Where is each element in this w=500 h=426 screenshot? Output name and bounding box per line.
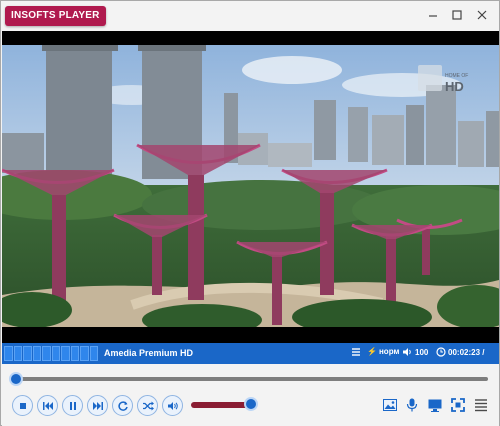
volume-indicator[interactable]: 100 [402, 347, 428, 357]
pause-button[interactable] [62, 395, 83, 416]
playlist-icon [475, 399, 487, 412]
repeat-button[interactable] [112, 395, 133, 416]
shuffle-icon [142, 401, 154, 410]
previous-button[interactable] [37, 395, 58, 416]
status-bar: Amedia Premium HD ⚡ норм 100 00:02:23 / [2, 343, 499, 364]
picture-icon [383, 399, 397, 411]
volume-icon [167, 401, 178, 410]
seek-thumb[interactable] [9, 372, 23, 386]
snapshot-button[interactable] [382, 397, 398, 413]
next-button[interactable] [87, 395, 108, 416]
fullscreen-icon [451, 398, 465, 412]
fullscreen-button[interactable] [450, 397, 466, 413]
stop-icon [19, 402, 26, 409]
volume-label: 100 [415, 347, 429, 357]
track-title: Amedia Premium HD [104, 348, 194, 358]
seek-bar[interactable] [2, 364, 499, 392]
previous-icon [42, 401, 53, 410]
playlist-button[interactable] [473, 397, 489, 413]
mode-indicator[interactable]: ⚡ норм [367, 347, 399, 356]
seek-track[interactable] [16, 377, 488, 381]
volume-slider-track[interactable] [191, 402, 251, 408]
repeat-icon [117, 400, 128, 411]
watermark-hd: HD [445, 79, 464, 94]
speaker-icon [403, 348, 411, 356]
minimize-icon[interactable] [425, 7, 441, 23]
screen-icon [428, 399, 442, 412]
mute-button[interactable] [162, 395, 183, 416]
microphone-button[interactable] [404, 397, 420, 413]
pause-icon [69, 401, 76, 410]
microphone-icon [406, 398, 418, 412]
time-label: 00:02:23 / [448, 347, 485, 357]
title-bar[interactable]: INSOFTS PLAYER [1, 1, 499, 31]
screen-button[interactable] [427, 397, 443, 413]
clock-icon [436, 347, 446, 357]
time-indicator: 00:02:23 / [436, 347, 484, 357]
volume-slider-thumb[interactable] [244, 397, 258, 411]
lightning-icon: ⚡ [367, 347, 377, 356]
app-logo[interactable]: INSOFTS PLAYER [5, 6, 106, 26]
stop-button[interactable] [12, 395, 33, 416]
close-icon[interactable] [474, 7, 490, 23]
next-icon [92, 401, 103, 410]
spectrum-visualizer [4, 346, 98, 361]
video-frame: HOME OF HD [2, 45, 499, 327]
video-area[interactable]: HOME OF HD [2, 31, 499, 343]
mode-label: норм [378, 347, 400, 356]
playlist-toggle-icon[interactable] [351, 347, 361, 357]
player-window: INSOFTS PLAYER HOME OF HD Amedia Premium… [0, 0, 500, 426]
control-bar [2, 392, 499, 426]
maximize-icon[interactable] [449, 7, 465, 23]
shuffle-button[interactable] [137, 395, 158, 416]
